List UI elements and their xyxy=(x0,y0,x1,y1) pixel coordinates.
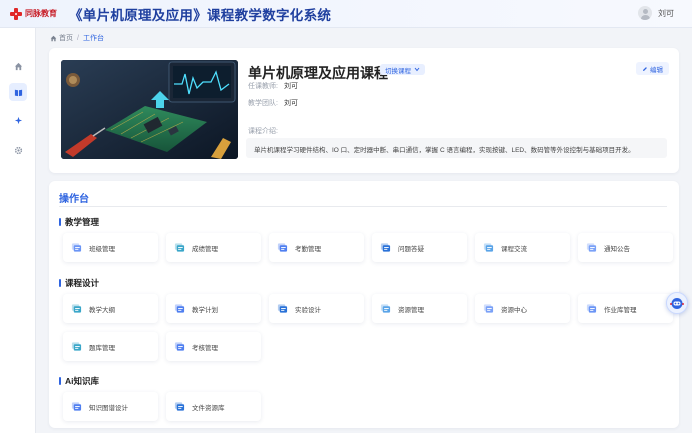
home-icon xyxy=(14,62,22,70)
app-title: 《单片机原理及应用》课程教学数字化系统 xyxy=(69,7,332,23)
ai-assistant-button[interactable] xyxy=(666,292,688,314)
course-card: 单片机原理及应用课程 切换课程 编辑 任课教师: 刘可 教学团队: 刘可 课程介绍:… xyxy=(49,48,679,173)
tile-plan[interactable]: 教学计划 xyxy=(166,294,261,323)
tile-file-library[interactable]: 文件资源库 xyxy=(166,392,261,421)
tile-resource[interactable]: 资源管理 xyxy=(372,294,467,323)
question-bank-icon xyxy=(71,341,82,352)
tile-grade[interactable]: 成绩管理 xyxy=(166,233,261,262)
logo-text: 同脉教育 xyxy=(25,9,57,18)
sidebar-item-settings[interactable] xyxy=(9,141,27,159)
tile-attendance[interactable]: 考勤管理 xyxy=(269,233,364,262)
user-menu[interactable]: 刘可 xyxy=(638,6,674,20)
tile-experiment[interactable]: 实验设计 xyxy=(269,294,364,323)
tile-exam[interactable]: 考核管理 xyxy=(166,332,261,361)
home-icon xyxy=(50,35,57,41)
sidebar-item-home[interactable] xyxy=(9,57,27,75)
tile-discussion[interactable]: 课程交流 xyxy=(475,233,570,262)
breadcrumb: 首页 / 工作台 xyxy=(50,33,104,43)
section-title-teaching: 教学管理 xyxy=(59,216,99,228)
edit-label: 编辑 xyxy=(650,66,663,74)
breadcrumb-current[interactable]: 工作台 xyxy=(83,33,104,43)
operations-panel: 操作台 教学管理 课程设计 Ai知识库 班级管理 成绩管理 考勤管理 问题答疑 课程交流… xyxy=(49,181,679,428)
tile-label: 实验设计 xyxy=(295,306,321,314)
gear-icon xyxy=(14,146,22,154)
course-name: 单片机原理及应用课程 xyxy=(248,65,388,81)
tile-label: 通知公告 xyxy=(604,245,630,253)
attendance-icon xyxy=(277,242,288,253)
exam-icon xyxy=(174,341,185,352)
tile-label: 教学计划 xyxy=(192,306,218,314)
teacher-value: 刘可 xyxy=(283,83,298,90)
operations-title: 操作台 xyxy=(59,194,89,205)
robot-icon xyxy=(670,298,684,309)
tile-label: 题库管理 xyxy=(89,344,115,352)
homework-icon xyxy=(586,303,597,314)
tile-homework[interactable]: 作业库管理 xyxy=(578,294,673,323)
tile-label: 考勤管理 xyxy=(295,245,321,253)
file-library-icon xyxy=(174,401,185,412)
user-name[interactable]: 刘可 xyxy=(658,8,674,19)
section-title-ai: Ai知识库 xyxy=(59,375,99,387)
intro-label: 课程介绍: xyxy=(248,128,278,135)
top-bar: 同脉教育 《单片机原理及应用》课程教学数字化系统 刘可 xyxy=(0,0,692,28)
breadcrumb-separator: / xyxy=(77,34,79,42)
tile-label: 班级管理 xyxy=(89,245,115,253)
tile-qa[interactable]: 问题答疑 xyxy=(372,233,467,262)
tile-resource-center[interactable]: 资源中心 xyxy=(475,294,570,323)
logo[interactable]: 同脉教育 xyxy=(10,7,57,20)
resource-icon xyxy=(380,303,391,314)
sparkle-icon xyxy=(14,116,22,124)
logo-cross-icon xyxy=(10,7,22,20)
tile-question-bank[interactable]: 题库管理 xyxy=(63,332,158,361)
notice-icon xyxy=(586,242,597,253)
tile-label: 文件资源库 xyxy=(192,404,225,412)
edit-button[interactable]: 编辑 xyxy=(636,62,669,75)
breadcrumb-home[interactable]: 首页 xyxy=(59,33,73,43)
tile-notice[interactable]: 通知公告 xyxy=(578,233,673,262)
resource-center-icon xyxy=(483,303,494,314)
discussion-icon xyxy=(483,242,494,253)
tile-label: 教学大纲 xyxy=(89,306,115,314)
plan-icon xyxy=(174,303,185,314)
sidebar xyxy=(0,28,36,433)
switch-course-button[interactable]: 切换课程 xyxy=(380,64,425,75)
tile-label: 资源管理 xyxy=(398,306,424,314)
chevron-down-icon xyxy=(414,67,420,72)
class-icon xyxy=(71,242,82,253)
team-label: 教学团队: xyxy=(248,100,278,107)
tile-knowledge-graph[interactable]: 知识图谱设计 xyxy=(63,392,158,421)
syllabus-icon xyxy=(71,303,82,314)
tile-label: 考核管理 xyxy=(192,344,218,352)
edit-icon xyxy=(643,66,647,71)
course-cover-image xyxy=(61,60,238,159)
teacher-row: 任课教师: 刘可 xyxy=(248,81,298,91)
experiment-icon xyxy=(277,303,288,314)
qa-icon xyxy=(380,242,391,253)
tile-label: 课程交流 xyxy=(501,245,527,253)
teacher-label: 任课教师: xyxy=(248,83,278,90)
section-title-design: 课程设计 xyxy=(59,277,99,289)
tile-label: 知识图谱设计 xyxy=(89,404,128,412)
intro-text: 单片机课程学习硬件结构、IO 口、定时器中断、串口通信，掌握 C 语言编程，实现… xyxy=(246,138,667,158)
knowledge-graph-icon xyxy=(71,401,82,412)
team-row: 教学团队: 刘可 xyxy=(248,98,298,108)
tile-label: 资源中心 xyxy=(501,306,527,314)
divider xyxy=(59,206,667,207)
tile-syllabus[interactable]: 教学大纲 xyxy=(63,294,158,323)
avatar[interactable] xyxy=(638,6,652,20)
switch-course-label: 切换课程 xyxy=(385,67,411,75)
tile-label: 作业库管理 xyxy=(604,306,637,314)
tile-label: 成绩管理 xyxy=(192,245,218,253)
sidebar-item-course[interactable] xyxy=(9,83,27,101)
book-icon xyxy=(14,89,22,96)
grade-icon xyxy=(174,242,185,253)
circuit-board-illustration xyxy=(61,60,238,159)
tile-label: 问题答疑 xyxy=(398,245,424,253)
tile-class[interactable]: 班级管理 xyxy=(63,233,158,262)
sidebar-item-ai[interactable] xyxy=(9,111,27,129)
team-value: 刘可 xyxy=(283,100,298,107)
